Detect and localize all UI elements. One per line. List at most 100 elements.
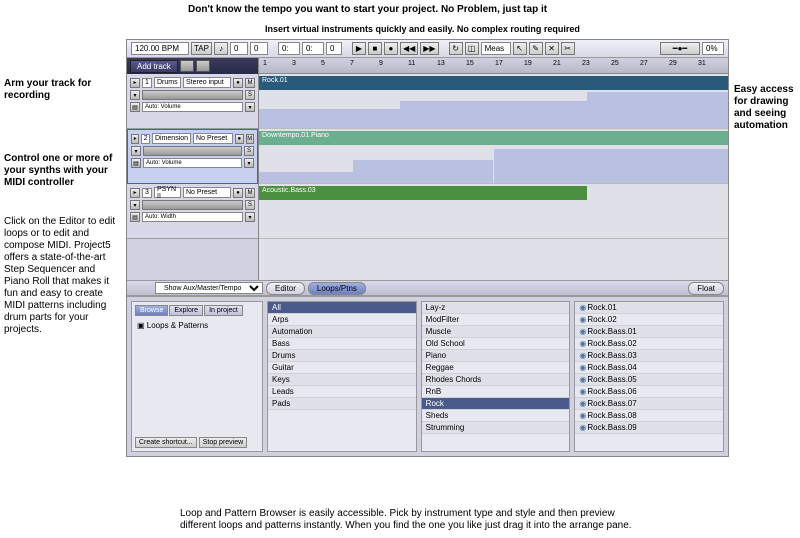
clips-area[interactable]: Rock.01 Downtempo.01.Piano <box>259 74 728 280</box>
track-auto-param[interactable]: Auto: Volume <box>143 158 242 168</box>
preview-play-icon[interactable]: ◉ <box>579 351 587 360</box>
track-auto-toggle[interactable]: ▤ <box>131 158 141 168</box>
track-auto-toggle[interactable]: ▤ <box>130 102 140 112</box>
loop-icon[interactable]: ↻ <box>449 42 463 55</box>
track-auto-toggle[interactable]: ▤ <box>130 212 140 222</box>
list-item[interactable]: ◉Rock.Bass.02 <box>575 338 723 350</box>
list-item[interactable]: ◉Rock.Bass.07 <box>575 398 723 410</box>
list-item[interactable]: Lay-z <box>422 302 570 314</box>
track-preset-field[interactable]: Stereo input <box>183 77 231 88</box>
preview-play-icon[interactable]: ◉ <box>579 411 587 420</box>
track-options-icon[interactable] <box>180 60 194 72</box>
inproject-tab[interactable]: In project <box>204 305 243 316</box>
bpm-display[interactable]: 120.00 BPM <box>131 42 189 55</box>
editor-tab-button[interactable]: Editor <box>266 282 305 295</box>
preview-play-icon[interactable]: ◉ <box>579 387 587 396</box>
preview-play-icon[interactable]: ◉ <box>579 339 587 348</box>
list-item[interactable]: ◉Rock.Bass.06 <box>575 386 723 398</box>
track-auto-param[interactable]: Auto: Volume <box>142 102 243 112</box>
preview-play-icon[interactable]: ◉ <box>579 375 587 384</box>
browser-style-list[interactable]: Lay-zModFilterMuscleOld SchoolPianoRegga… <box>421 301 571 452</box>
list-item[interactable]: ◉Rock.01 <box>575 302 723 314</box>
create-shortcut-button[interactable]: Create shortcut... <box>135 437 197 448</box>
track-input-icon[interactable]: ▾ <box>131 146 141 156</box>
track-dimension[interactable]: ▸2DimensionNo Preset●M▾S▤Auto: Volume▾ <box>127 129 258 184</box>
track-solo-button[interactable]: S <box>245 90 255 100</box>
list-item[interactable]: Automation <box>268 326 416 338</box>
track-solo-button[interactable]: S <box>245 200 255 210</box>
stop-button[interactable]: ■ <box>368 42 382 55</box>
tool-split-icon[interactable]: ✂ <box>561 42 575 55</box>
track-name-field[interactable]: Drums <box>154 77 181 88</box>
track-expand-icon[interactable]: ▸ <box>130 188 140 198</box>
list-item[interactable]: ModFilter <box>422 314 570 326</box>
tap-tempo-button[interactable]: TAP <box>191 42 212 55</box>
list-item[interactable]: Strumming <box>422 422 570 434</box>
track-arm-button[interactable]: ● <box>235 134 243 144</box>
preview-play-icon[interactable]: ◉ <box>579 327 587 336</box>
track-mute-button[interactable]: M <box>246 134 254 144</box>
list-item[interactable]: Bass <box>268 338 416 350</box>
preview-play-icon[interactable]: ◉ <box>579 423 587 432</box>
time-field-3[interactable]: 0: <box>278 42 300 55</box>
loops-tab-button[interactable]: Loops/Ptns <box>308 282 366 295</box>
browser-results-list[interactable]: ◉Rock.01◉Rock.02◉Rock.Bass.01◉Rock.Bass.… <box>574 301 724 452</box>
track-mute-button[interactable]: M <box>245 188 255 198</box>
preview-play-icon[interactable]: ◉ <box>579 399 587 408</box>
record-button[interactable]: ● <box>384 42 398 55</box>
list-item[interactable]: ◉Rock.02 <box>575 314 723 326</box>
timeline-ruler[interactable]: 135791113151719212325272931 <box>259 58 728 74</box>
browse-tree[interactable]: ▣ Loops & Patterns <box>135 319 259 437</box>
time-field-5[interactable]: 0 <box>326 42 342 55</box>
list-item[interactable]: Sheds <box>422 410 570 422</box>
snap-icon[interactable]: ◫ <box>465 42 479 55</box>
list-item[interactable]: Drums <box>268 350 416 362</box>
list-item[interactable]: ◉Rock.Bass.01 <box>575 326 723 338</box>
track-input-icon[interactable]: ▾ <box>130 200 140 210</box>
automation-lane-2[interactable] <box>259 145 728 183</box>
track-name-field[interactable]: Dimension <box>152 133 191 144</box>
automation-lane-1[interactable] <box>259 90 728 128</box>
clip-row-2[interactable]: Downtempo.01.Piano <box>259 129 728 184</box>
track-name-field[interactable]: PSYN II <box>154 187 181 198</box>
list-item[interactable]: Rhodes Chords <box>422 374 570 386</box>
list-item[interactable]: ◉Rock.Bass.03 <box>575 350 723 362</box>
track-expand-icon[interactable]: ▸ <box>130 78 140 88</box>
arrange-panel[interactable]: 135791113151719212325272931 Rock.01 Down… <box>259 58 728 280</box>
list-item[interactable]: Piano <box>422 350 570 362</box>
browser-category-list[interactable]: AllArpsAutomationBassDrumsGuitarKeysLead… <box>267 301 417 452</box>
track-arm-button[interactable]: ● <box>233 188 243 198</box>
clip-rock[interactable]: Rock.01 <box>259 76 728 90</box>
tool-erase-icon[interactable]: ✕ <box>545 42 559 55</box>
metronome-icon[interactable]: ♪ <box>214 42 228 55</box>
time-field-2[interactable]: 0 <box>250 42 268 55</box>
time-field-1[interactable]: 0 <box>230 42 248 55</box>
list-item[interactable]: Old School <box>422 338 570 350</box>
time-field-4[interactable]: 0: <box>302 42 324 55</box>
track-preset-field[interactable]: No Preset <box>183 187 231 198</box>
preview-play-icon[interactable]: ◉ <box>579 363 587 372</box>
track-auto-menu-icon[interactable]: ▾ <box>245 102 255 112</box>
list-item[interactable]: Leads <box>268 386 416 398</box>
rewind-button[interactable]: ◀◀ <box>400 42 418 55</box>
list-item[interactable]: Arps <box>268 314 416 326</box>
clip-downtempo[interactable]: Downtempo.01.Piano <box>259 131 728 145</box>
track-view-icon[interactable] <box>196 60 210 72</box>
list-item[interactable]: ◉Rock.Bass.08 <box>575 410 723 422</box>
track-auto-menu-icon[interactable]: ▾ <box>245 212 255 222</box>
list-item[interactable]: Reggae <box>422 362 570 374</box>
play-button[interactable]: ▶ <box>352 42 366 55</box>
browse-tab[interactable]: Browse <box>135 305 168 316</box>
explore-tab[interactable]: Explore <box>169 305 203 316</box>
add-track-button[interactable]: Add track <box>130 60 178 73</box>
tool-draw-icon[interactable]: ✎ <box>529 42 543 55</box>
track-auto-menu-icon[interactable]: ▾ <box>244 158 254 168</box>
list-item[interactable]: Guitar <box>268 362 416 374</box>
track-preset-field[interactable]: No Preset <box>193 133 233 144</box>
track-expand-icon[interactable]: ▸ <box>131 134 139 144</box>
float-button[interactable]: Float <box>688 282 724 295</box>
track-mute-button[interactable]: M <box>245 78 255 88</box>
track-psyn ii[interactable]: ▸3PSYN IINo Preset●M▾S▤Auto: Width▾ <box>127 184 258 239</box>
zoom-slider[interactable]: ━●━ <box>660 42 700 55</box>
list-item[interactable]: Keys <box>268 374 416 386</box>
